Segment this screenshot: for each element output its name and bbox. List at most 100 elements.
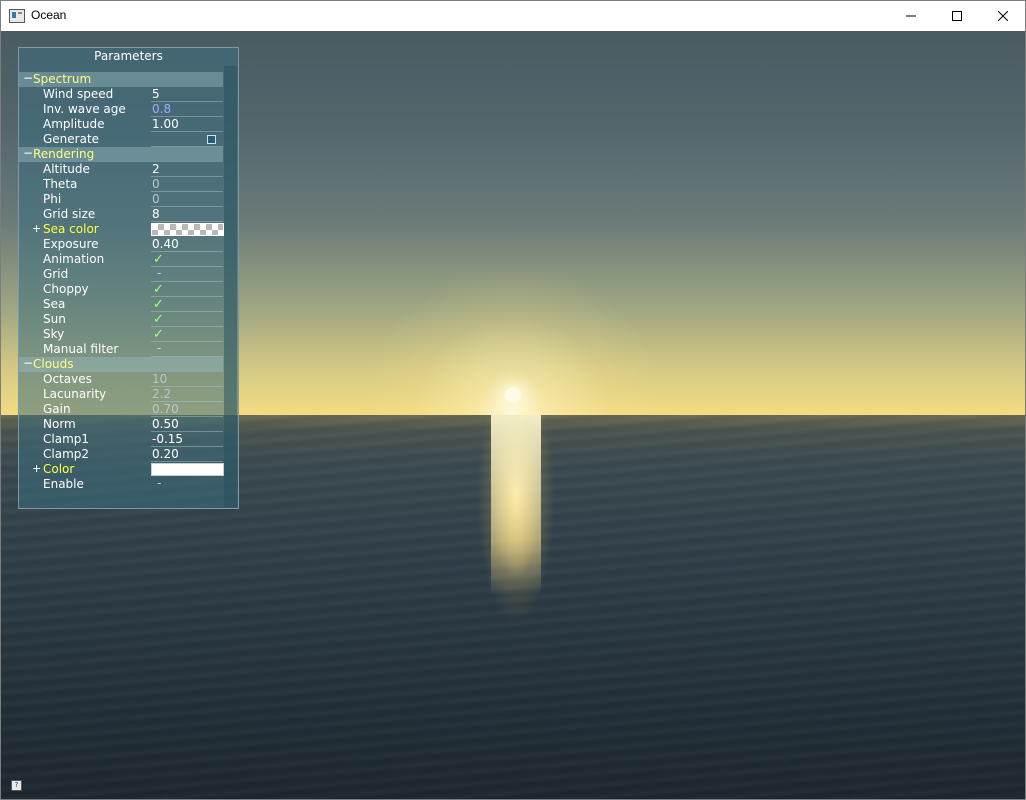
param-label: Altitude [43, 162, 90, 176]
param-label: Manual filter [43, 342, 119, 356]
param-label: Grid size [43, 207, 96, 221]
expand-icon[interactable]: + [32, 461, 41, 476]
param-exposure[interactable]: Exposure 0.40 [19, 237, 223, 252]
minimize-button[interactable] [888, 1, 934, 31]
panel-scrollbar[interactable] [224, 66, 237, 507]
param-amplitude[interactable]: Amplitude 1.00 [19, 117, 223, 132]
param-label: Sun [43, 312, 66, 326]
cloud-color-swatch[interactable] [151, 463, 224, 476]
minimize-icon [906, 15, 916, 17]
value-field[interactable] [151, 342, 223, 357]
param-lacunarity[interactable]: Lacunarity 2.2 [19, 387, 223, 402]
param-choppy[interactable]: Choppy ✓ [19, 282, 223, 297]
collapse-icon[interactable]: − [23, 71, 33, 86]
group-label: Clouds [33, 357, 74, 371]
generate-button[interactable] [207, 135, 216, 144]
unchecked-mark[interactable]: - [157, 266, 161, 281]
group-label: Spectrum [33, 72, 92, 86]
ocean-render-viewport[interactable]: Parameters − Spectrum Wind speed 5 Inv. … [1, 31, 1025, 799]
param-value[interactable]: 5 [152, 87, 160, 102]
value-field[interactable] [151, 207, 223, 222]
param-phi[interactable]: Phi 0 [19, 192, 223, 207]
expand-icon[interactable]: + [32, 221, 41, 236]
param-value[interactable]: 0 [152, 192, 160, 207]
group-clouds[interactable]: − Clouds [19, 356, 223, 372]
param-inv-wave-age[interactable]: Inv. wave age 0.8 [19, 102, 223, 117]
param-clamp1[interactable]: Clamp1 -0.15 [19, 432, 223, 447]
param-grid-size[interactable]: Grid size 8 [19, 207, 223, 222]
parameters-panel[interactable]: Parameters − Spectrum Wind speed 5 Inv. … [18, 47, 239, 509]
close-icon [998, 11, 1008, 21]
param-value[interactable]: 2.2 [152, 387, 171, 402]
param-label: Lacunarity [43, 387, 107, 401]
param-altitude[interactable]: Altitude 2 [19, 162, 223, 177]
param-label: Wind speed [43, 87, 114, 101]
param-label: Clamp2 [43, 447, 90, 461]
param-value[interactable]: 10 [152, 372, 167, 387]
value-field[interactable] [151, 162, 223, 177]
panel-title: Parameters [94, 49, 163, 63]
param-value[interactable]: 0.50 [152, 417, 179, 432]
group-spectrum[interactable]: − Spectrum [19, 71, 223, 87]
param-color[interactable]: + Color [19, 461, 224, 477]
param-clamp2[interactable]: Clamp2 0.20 [19, 447, 223, 462]
param-label: Sky [43, 327, 65, 341]
param-label: Phi [43, 192, 62, 206]
param-manual-filter[interactable]: Manual filter - [19, 341, 223, 357]
param-value[interactable]: 8 [152, 207, 160, 222]
value-field[interactable] [151, 177, 223, 192]
collapse-icon[interactable]: − [23, 146, 33, 161]
param-enable[interactable]: Enable - [19, 476, 223, 492]
param-norm[interactable]: Norm 0.50 [19, 417, 223, 432]
window-title: Ocean [31, 8, 67, 22]
param-value[interactable]: 0.70 [152, 402, 179, 417]
param-sun[interactable]: Sun ✓ [19, 312, 223, 327]
param-value[interactable]: 2 [152, 162, 160, 177]
param-label: Generate [43, 132, 100, 146]
param-generate[interactable]: Generate [19, 132, 223, 147]
unchecked-mark[interactable]: - [157, 476, 161, 491]
value-field[interactable] [151, 87, 223, 102]
param-sea[interactable]: Sea ✓ [19, 297, 223, 312]
help-icon[interactable]: ? [11, 780, 22, 791]
param-value[interactable]: -0.15 [152, 432, 183, 447]
param-label: Grid [43, 267, 69, 281]
checkmark-icon[interactable]: ✓ [153, 282, 164, 297]
param-value[interactable]: 0 [152, 177, 160, 192]
checkmark-icon[interactable]: ✓ [153, 252, 164, 267]
param-value[interactable]: 0.40 [152, 237, 179, 252]
param-label: Color [43, 462, 75, 476]
param-wind-speed[interactable]: Wind speed 5 [19, 87, 223, 102]
param-grid[interactable]: Grid - [19, 266, 223, 282]
param-value[interactable]: 0.20 [152, 447, 179, 462]
param-value[interactable]: 0.8 [152, 102, 171, 117]
param-animation[interactable]: Animation ✓ [19, 252, 223, 267]
param-label: Clamp1 [43, 432, 90, 446]
checkmark-icon[interactable]: ✓ [153, 327, 164, 342]
value-field[interactable] [151, 192, 223, 207]
param-value[interactable]: 1.00 [152, 117, 179, 132]
checkmark-icon[interactable]: ✓ [153, 312, 164, 327]
param-label: Norm [43, 417, 76, 431]
ocean-window: Ocean Parameters − Spectrum Wind speed 5… [0, 0, 1026, 800]
value-field[interactable] [151, 267, 223, 282]
param-sky[interactable]: Sky ✓ [19, 327, 223, 342]
param-sea-color[interactable]: + Sea color [19, 221, 224, 237]
param-octaves[interactable]: Octaves 10 [19, 372, 223, 387]
maximize-icon [952, 11, 962, 21]
param-gain[interactable]: Gain 0.70 [19, 402, 223, 417]
close-button[interactable] [980, 1, 1025, 31]
sun [505, 387, 521, 403]
checkmark-icon[interactable]: ✓ [153, 297, 164, 312]
collapse-icon[interactable]: − [23, 356, 33, 371]
app-window-icon [9, 9, 25, 23]
param-label: Sea color [43, 222, 99, 236]
param-label: Octaves [43, 372, 92, 386]
unchecked-mark[interactable]: - [157, 341, 161, 356]
title-bar[interactable]: Ocean [1, 1, 1025, 31]
group-rendering[interactable]: − Rendering [19, 146, 223, 162]
param-label: Exposure [43, 237, 99, 251]
maximize-button[interactable] [934, 1, 980, 31]
sea-color-swatch[interactable] [151, 223, 224, 236]
param-theta[interactable]: Theta 0 [19, 177, 223, 192]
